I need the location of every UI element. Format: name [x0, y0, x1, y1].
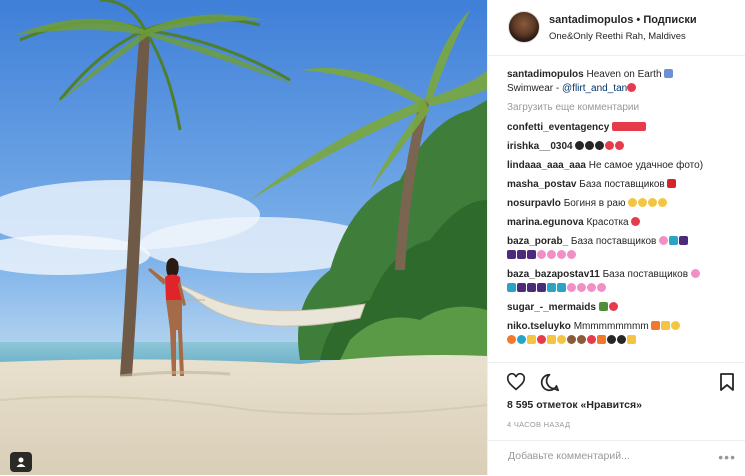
comment-row: irishka__0304 — [507, 140, 739, 154]
header-separator: • — [636, 14, 641, 26]
comment-row: baza_porab_ База поставщиков — [507, 235, 739, 263]
comment-text: База поставщиков — [579, 179, 665, 190]
comment-text: База поставщиков — [602, 269, 689, 280]
comment-text: Не самое удачное фото) — [588, 160, 704, 171]
caption-mention-link[interactable]: @flirt_and_tan — [562, 83, 627, 94]
comment-row: lindaaa_aaa_aaa Не самое удачное фото) — [507, 159, 739, 173]
caption-username[interactable]: santadimopulos — [507, 69, 584, 80]
comment-input[interactable] — [506, 449, 710, 463]
post-side-panel: santadimopulos • Подписки One&Only Reeth… — [487, 0, 745, 475]
post-header: santadimopulos • Подписки One&Only Reeth… — [488, 0, 745, 56]
comment-row: marina.egunova Красотка — [507, 216, 739, 230]
avatar[interactable] — [508, 11, 540, 43]
comment-row: nosurpavlo Богиня в раю — [507, 197, 739, 211]
comment-username[interactable]: sugar_-_mermaids — [507, 302, 596, 313]
action-bar — [488, 362, 745, 403]
caption-line2: Swimwear - — [507, 83, 563, 94]
comment-icon[interactable] — [540, 373, 559, 397]
emoji-icon — [664, 69, 674, 78]
comments-list: santadimopulos Heaven on Earth Swimwear … — [507, 68, 739, 353]
location-link[interactable]: One&Only Reethi Rah, Maldives — [549, 31, 686, 42]
comment-row: niko.tseluyko Mmmmmmmmm — [507, 320, 739, 348]
comment-text: Красотка — [586, 217, 629, 228]
comment-username[interactable]: irishka__0304 — [507, 141, 573, 152]
post-photo[interactable] — [0, 0, 487, 475]
dress-emoji-icon — [667, 179, 677, 188]
more-options-icon[interactable]: ••• — [718, 449, 736, 465]
comment-username[interactable]: confetti_eventagency — [507, 122, 609, 133]
heart-icon[interactable] — [506, 372, 526, 396]
comment-row: confetti_eventagency — [507, 121, 739, 135]
follow-button[interactable]: Подписки — [643, 14, 696, 26]
caption: santadimopulos Heaven on Earth Swimwear … — [507, 68, 739, 96]
comment-username[interactable]: marina.egunova — [507, 217, 584, 228]
likes-count[interactable]: 8 595 отметок «Нравится» — [507, 399, 642, 411]
comment-username[interactable]: lindaaa_aaa_aaa — [507, 160, 586, 171]
person-tag-icon[interactable] — [10, 452, 32, 472]
beach-photo — [0, 0, 487, 475]
load-more-comments-button[interactable]: Загрузить еще комментарии — [507, 101, 739, 115]
comment-username[interactable]: baza_porab_ — [507, 236, 568, 247]
header-username[interactable]: santadimopulos — [549, 14, 633, 26]
caption-text: Heaven on Earth — [586, 69, 662, 80]
post-time: 4 ЧАСОВ НАЗАД — [507, 420, 571, 429]
comment-username[interactable]: nosurpavlo — [507, 198, 561, 209]
comment-row: sugar_-_mermaids — [507, 301, 739, 315]
heart-emoji-icon — [627, 83, 637, 92]
comment-username[interactable]: niko.tseluyko — [507, 321, 571, 332]
bookmark-icon[interactable] — [720, 373, 734, 396]
header-username-line: santadimopulos • Подписки — [549, 14, 697, 26]
comment-emojis — [575, 141, 625, 152]
comment-text: База поставщиков — [570, 236, 657, 247]
comment-text: Богиня в раю — [563, 198, 626, 209]
add-comment-bar: ••• — [488, 440, 745, 476]
comment-row: masha_postav База поставщиков — [507, 178, 739, 192]
comment-username[interactable]: masha_postav — [507, 179, 576, 190]
comment-text: Mmmmmmmmm — [573, 321, 649, 332]
comment-row: baza_bazapostav11 База поставщиков — [507, 268, 739, 296]
comment-username[interactable]: baza_bazapostav11 — [507, 269, 600, 280]
comment-emojis — [612, 122, 647, 133]
